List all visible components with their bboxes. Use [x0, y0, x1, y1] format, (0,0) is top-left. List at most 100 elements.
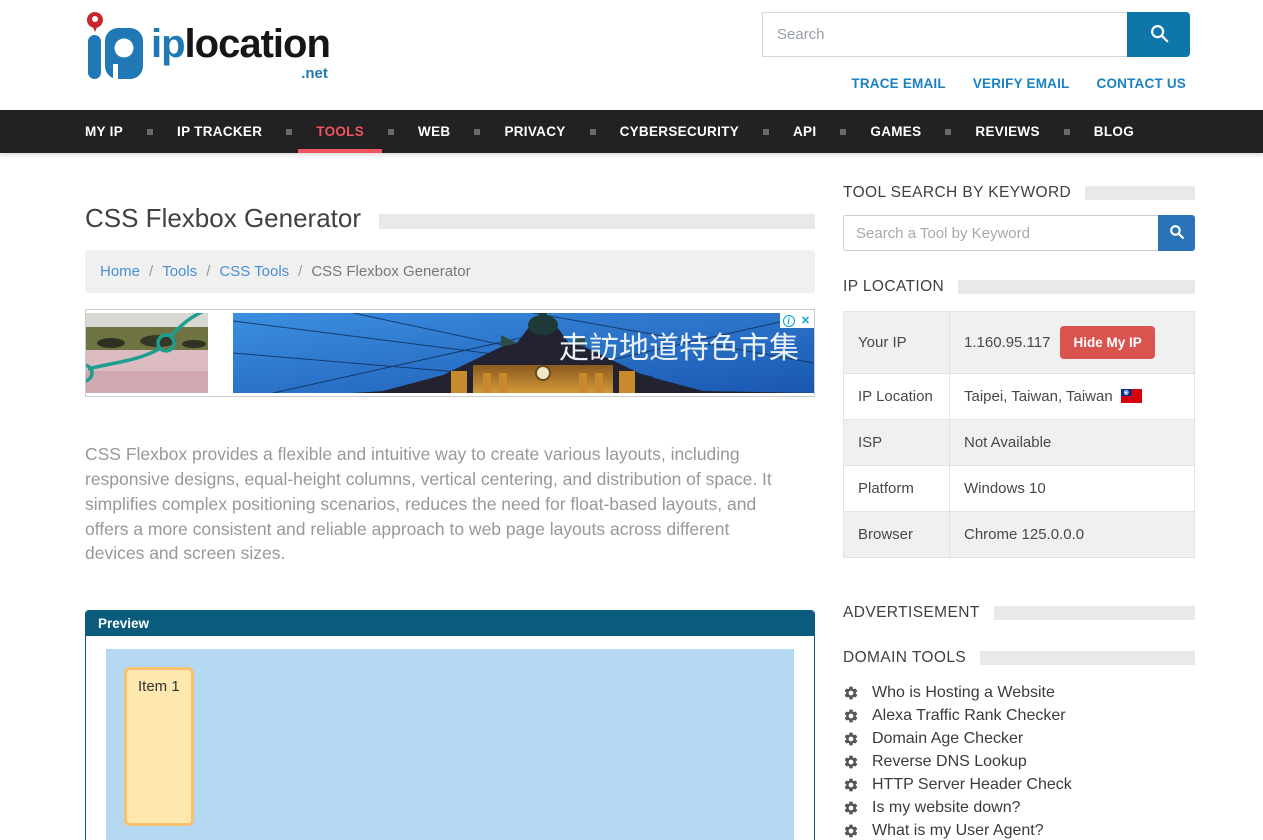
ad-left-image — [86, 313, 208, 393]
ip-table-label: Your IP — [844, 312, 950, 374]
gear-icon — [843, 823, 859, 839]
nav-item-blog[interactable]: BLOG — [1076, 110, 1152, 153]
domain-tool-item: Who is Hosting a Website — [843, 681, 1195, 704]
domain-tools-heading: DOMAIN TOOLS — [843, 649, 1195, 667]
breadcrumb-item-tools[interactable]: Tools — [162, 263, 197, 280]
site-logo[interactable]: iplocation .net — [75, 8, 330, 91]
gear-icon — [843, 708, 859, 724]
ad-badges: i ✕ — [780, 313, 814, 328]
domain-tool-item: Reverse DNS Lookup — [843, 750, 1195, 773]
domain-tool-item: What is my User Agent? — [843, 819, 1195, 840]
ip-table-label: ISP — [844, 420, 950, 466]
nav-item-my-ip[interactable]: MY IP — [67, 110, 141, 153]
nav-item-web[interactable]: WEB — [400, 110, 468, 153]
header-link-contact-us[interactable]: CONTACT US — [1097, 76, 1187, 91]
logo-text: iplocation .net — [151, 24, 330, 81]
header-search-button[interactable] — [1127, 12, 1190, 57]
ip-table-label: IP Location — [844, 374, 950, 420]
domain-tool-link-alexa-traffic-rank-checker[interactable]: Alexa Traffic Rank Checker — [872, 707, 1066, 725]
main-content: CSS Flexbox Generator Home / Tools / CSS Too… — [85, 153, 815, 840]
advertisement-heading: ADVERTISEMENT — [843, 604, 1195, 622]
header-search — [762, 12, 1190, 57]
domain-tool-link-domain-age-checker[interactable]: Domain Age Checker — [872, 730, 1023, 748]
nav-separator — [590, 129, 596, 135]
breadcrumb: Home/Tools/CSS Tools/CSS Flexbox Generat… — [85, 250, 815, 293]
taiwan-flag-icon — [1121, 389, 1142, 403]
header-links: TRACE EMAIL VERIFY EMAIL CONTACT US — [851, 76, 1186, 91]
tool-description: CSS Flexbox provides a flexible and intu… — [85, 442, 793, 566]
breadcrumb-item-css-tools[interactable]: CSS Tools — [219, 263, 289, 280]
nav-separator — [840, 129, 846, 135]
domain-tool-item: HTTP Server Header Check — [843, 773, 1195, 796]
header-link-verify-email[interactable]: VERIFY EMAIL — [973, 76, 1070, 91]
ip-table-value: Chrome 125.0.0.0 — [950, 512, 1195, 558]
nav-item-cybersecurity[interactable]: CYBERSECURITY — [602, 110, 757, 153]
nav-separator — [763, 129, 769, 135]
ip-location-table-body: Your IP1.160.95.117Hide My IPIP Location… — [844, 312, 1195, 558]
breadcrumb-item-home[interactable]: Home — [100, 263, 140, 280]
domain-tool-item: Is my website down? — [843, 796, 1195, 819]
gear-icon — [843, 777, 859, 793]
main-nav: MY IP IP TRACKER TOOLS WEB PRIVACY CYBERSECUR… — [0, 110, 1263, 153]
domain-tool-link-is-my-website-down[interactable]: Is my website down? — [872, 799, 1021, 817]
page-body: CSS Flexbox Generator Home / Tools / CSS Too… — [0, 153, 1263, 840]
flex-preview-item: Item 1 — [124, 667, 194, 826]
preview-panel-body: Item 1 — [86, 636, 814, 840]
ip-table-label: Browser — [844, 512, 950, 558]
ip-table-row-ip-location: IP LocationTaipei, Taiwan, Taiwan — [844, 374, 1195, 420]
hide-my-ip-button[interactable]: Hide My IP — [1060, 326, 1154, 359]
header-link-trace-email[interactable]: TRACE EMAIL — [851, 76, 945, 91]
domain-tool-link-reverse-dns-lookup[interactable]: Reverse DNS Lookup — [872, 753, 1027, 771]
ip-table-value: Not Available — [950, 420, 1195, 466]
gear-icon — [843, 731, 859, 747]
ad-banner[interactable]: 走訪地道特色市集 i ✕ — [85, 309, 815, 397]
domain-tool-item: Domain Age Checker — [843, 727, 1195, 750]
domain-tools-list: Who is Hosting a Website Alexa Traffic Ra… — [843, 681, 1195, 840]
tool-search-button[interactable] — [1158, 215, 1195, 251]
gear-icon — [843, 685, 859, 701]
breadcrumb-separator: / — [298, 263, 302, 280]
tool-search-heading: TOOL SEARCH BY KEYWORD — [843, 184, 1195, 202]
nav-separator — [286, 129, 292, 135]
nav-item-privacy[interactable]: PRIVACY — [486, 110, 583, 153]
ip-table-row-browser: BrowserChrome 125.0.0.0 — [844, 512, 1195, 558]
gear-icon — [843, 754, 859, 770]
search-icon — [1168, 223, 1185, 243]
breadcrumb-separator: / — [149, 263, 153, 280]
ad-info-icon[interactable]: i — [780, 313, 797, 328]
ip-table-label: Platform — [844, 466, 950, 512]
header-search-input[interactable] — [762, 12, 1127, 57]
breadcrumb-separator: / — [206, 263, 210, 280]
search-icon — [1148, 22, 1170, 47]
nav-separator — [1064, 129, 1070, 135]
ad-close-icon[interactable]: ✕ — [797, 313, 814, 328]
ip-table-value: 1.160.95.117Hide My IP — [950, 312, 1195, 374]
ip-table-row-platform: PlatformWindows 10 — [844, 466, 1195, 512]
ip-location-heading: IP LOCATION — [843, 278, 1195, 296]
title-decor-bar — [379, 214, 815, 229]
tool-search-input[interactable] — [843, 215, 1158, 251]
nav-item-games[interactable]: GAMES — [852, 110, 939, 153]
domain-tool-item: Alexa Traffic Rank Checker — [843, 704, 1195, 727]
svg-text:走訪地道特色市集: 走訪地道特色市集 — [559, 331, 799, 366]
nav-item-tools[interactable]: TOOLS — [298, 110, 382, 153]
preview-panel-header: Preview — [86, 611, 814, 636]
ip-table-row-isp: ISPNot Available — [844, 420, 1195, 466]
site-header: iplocation .net TRACE EMAIL VERIFY EMAIL C… — [0, 0, 1263, 110]
nav-separator — [945, 129, 951, 135]
nav-item-api[interactable]: API — [775, 110, 834, 153]
nav-separator — [388, 129, 394, 135]
ip-location-table: Your IP1.160.95.117Hide My IPIP Location… — [843, 311, 1195, 558]
preview-panel: Preview Item 1 — [85, 610, 815, 840]
nav-item-reviews[interactable]: REVIEWS — [957, 110, 1057, 153]
gear-icon — [843, 800, 859, 816]
nav-separator — [474, 129, 480, 135]
nav-item-ip-tracker[interactable]: IP TRACKER — [159, 110, 280, 153]
domain-tool-link-http-server-header-check[interactable]: HTTP Server Header Check — [872, 776, 1072, 794]
page-title: CSS Flexbox Generator — [85, 203, 361, 234]
domain-tool-link-what-is-my-user-agent[interactable]: What is my User Agent? — [872, 822, 1044, 840]
tool-search — [843, 215, 1195, 251]
domain-tool-link-who-is-hosting-a-website[interactable]: Who is Hosting a Website — [872, 684, 1055, 702]
flex-preview-container: Item 1 — [106, 649, 794, 840]
logo-mark-icon — [75, 8, 145, 91]
